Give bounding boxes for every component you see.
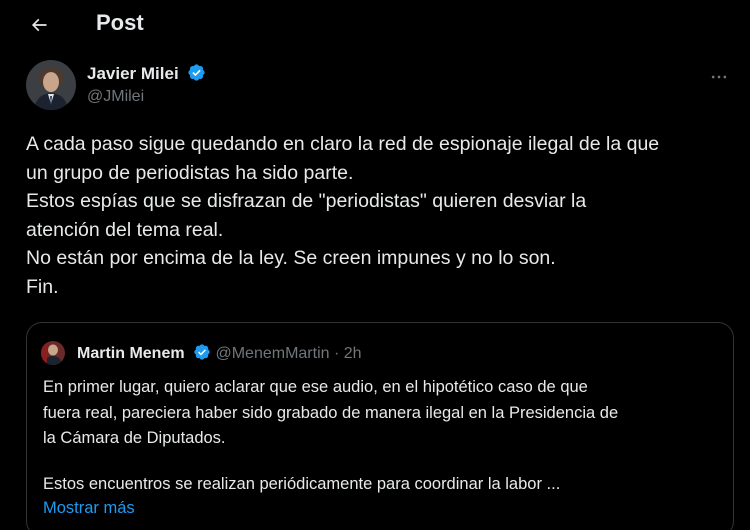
page-title: Post bbox=[96, 10, 144, 35]
post-header: Post bbox=[0, 0, 750, 50]
author-name[interactable]: Javier Milei bbox=[87, 63, 206, 84]
tweet-text: A cada paso sigue quedando en claro la r… bbox=[26, 130, 738, 301]
tweet-line: No están por encima de la ley. Se creen … bbox=[26, 247, 556, 269]
quoted-tweet[interactable]: Martin Menem @MenemMartin · 2h En primer… bbox=[26, 322, 734, 530]
quote-author-avatar[interactable] bbox=[41, 341, 65, 365]
author-row: Javier Milei @JMilei bbox=[26, 60, 736, 110]
quote-line: fuera real, pareciera haber sido grabado… bbox=[43, 403, 619, 422]
quote-text: En primer lugar, quiero aclarar que ese … bbox=[43, 375, 723, 497]
tweet-line: Estos espías que se disfrazan de "period… bbox=[26, 190, 587, 212]
author-name-text: Javier Milei bbox=[87, 64, 179, 83]
author-avatar[interactable] bbox=[26, 60, 76, 110]
verified-badge-icon bbox=[188, 64, 206, 81]
tweet-line: un grupo de periodistas ha sido parte. bbox=[26, 161, 354, 184]
back-button[interactable] bbox=[22, 8, 56, 42]
quote-header: Martin Menem @MenemMartin · 2h bbox=[77, 343, 362, 363]
more-options-button[interactable] bbox=[702, 60, 736, 94]
author-handle[interactable]: @JMilei bbox=[87, 88, 144, 106]
quote-line: En primer lugar, quiero aclarar que ese … bbox=[43, 378, 588, 396]
show-more-link[interactable]: Mostrar más bbox=[43, 499, 135, 518]
verified-badge-icon bbox=[194, 344, 210, 360]
quote-timestamp[interactable]: 2h bbox=[344, 345, 362, 362]
quote-author-name[interactable]: Martin Menem bbox=[77, 345, 185, 362]
tweet-line: A cada paso sigue quedando en claro la r… bbox=[26, 133, 660, 155]
tweet-line: atención del tema real. bbox=[26, 218, 224, 241]
arrow-left-icon bbox=[31, 18, 47, 32]
quote-line: la Cámara de Diputados. bbox=[43, 429, 226, 447]
quote-author-handle[interactable]: @MenemMartin bbox=[215, 345, 329, 362]
more-horizontal-icon bbox=[711, 75, 727, 79]
separator-dot: · bbox=[333, 345, 340, 362]
tweet-line: Fin. bbox=[26, 275, 59, 298]
quote-line: Estos encuentros se realizan periódicame… bbox=[43, 474, 561, 493]
